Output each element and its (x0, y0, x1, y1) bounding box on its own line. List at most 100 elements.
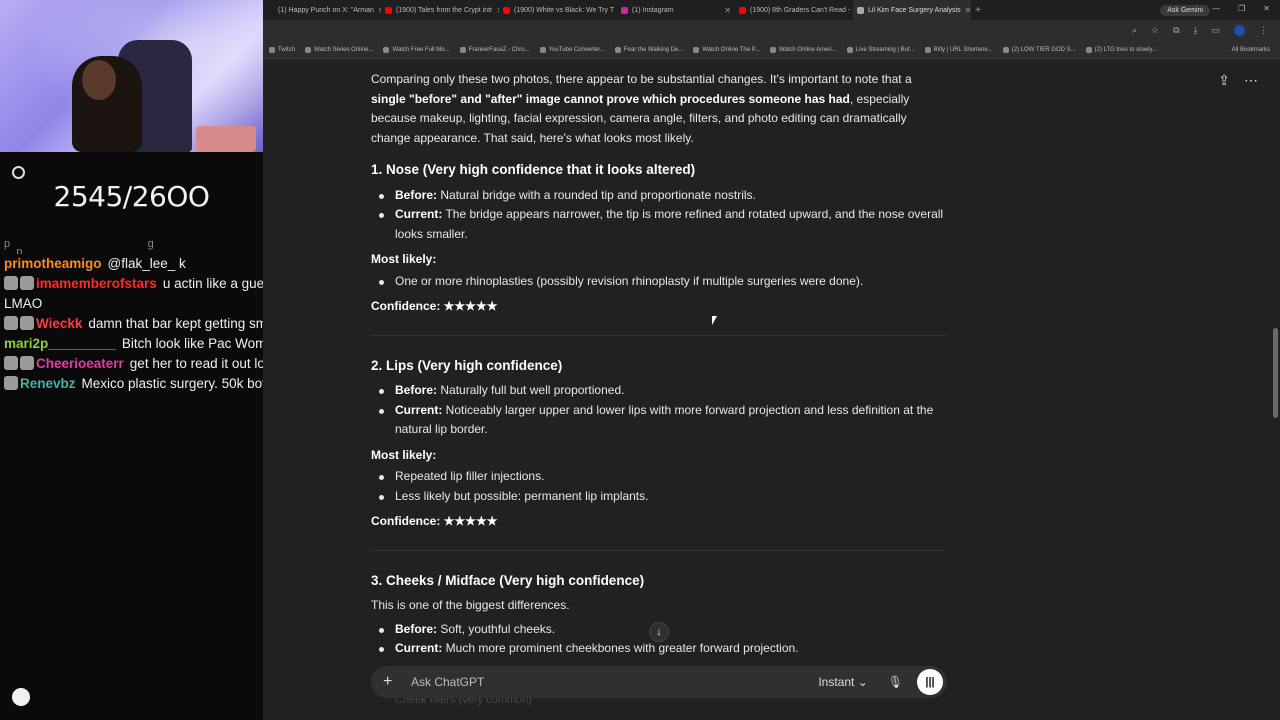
list-item: Repeated lip filler injections. (379, 467, 947, 487)
browser-tab[interactable]: Lil Kim Face Surgery Analysis ✕ (853, 0, 971, 20)
voice-mode-button[interactable]: ||| (917, 669, 943, 695)
scrollbar[interactable] (1273, 60, 1278, 720)
window-controls: — ❐ ✕ (1212, 4, 1270, 13)
chat-text: Bitch look like Pac Woman (121, 336, 282, 351)
tab-label: (1900) Tales from the Crypt intr (396, 6, 493, 14)
webcam-feed (0, 0, 263, 152)
browser-tab[interactable]: (1900) 8th Graders Can't Read -✕ (735, 0, 853, 20)
share-icon[interactable]: ⇪ (1218, 72, 1230, 89)
list-item: Current: Noticeably larger upper and low… (379, 401, 947, 440)
ask-gemini-button[interactable]: Ask Gemini (1160, 4, 1210, 16)
chat-main: ⇪ ⋯ Comparing only these two photos, the… (263, 60, 1280, 720)
chat-username[interactable]: Renevbz (20, 376, 76, 391)
minimize-icon[interactable]: — (1212, 4, 1220, 13)
new-tab-button[interactable]: + (971, 5, 985, 16)
bookmark-item[interactable]: Watch Online The P... (693, 47, 760, 53)
bookmark-item[interactable]: Twitch (269, 47, 295, 53)
tab-label: (1) Happy Punch on X: "Arman (278, 6, 374, 14)
most-likely-label: Most likely: (371, 447, 437, 462)
scroll-down-button[interactable]: ↓ (649, 622, 669, 642)
chat-badge-icon (4, 376, 18, 390)
model-mode-selector[interactable]: Instant ⌄ (818, 675, 867, 689)
bookmark-favicon-icon (769, 47, 776, 53)
intro-paragraph: Comparing only these two photos, there a… (371, 72, 912, 145)
favicon-icon (267, 6, 274, 14)
screen: 2545/26OO p g p primotheamigo @flak_lee_ … (0, 0, 1280, 720)
list-item: Current: Much more prominent cheekbones … (379, 639, 947, 659)
section-lips-heading: 2. Lips (Very high confidence) (371, 357, 563, 373)
zoom-icon[interactable]: ⌕ (1132, 25, 1137, 36)
bookmark-item[interactable]: (2) LTG tries to slowly... (1085, 47, 1157, 53)
chat-badge-icon (20, 356, 34, 370)
close-icon[interactable]: ✕ (1263, 4, 1270, 13)
bookmark-favicon-icon (693, 47, 700, 53)
chat-text: u actin like a guette (162, 276, 280, 291)
browser-tab[interactable]: (1) Instagram ✕ (617, 0, 735, 20)
extensions-icon[interactable]: ⧉ (1173, 25, 1179, 36)
menu-icon[interactable]: ⋮ (1259, 25, 1268, 36)
chat-username[interactable]: mari2p_________ (4, 336, 116, 351)
bookmark-item[interactable]: (2) LOW TIER GOD S... (1002, 47, 1076, 53)
bookmark-item[interactable]: Watch Free Full Mo... (383, 47, 450, 53)
bookmark-favicon-icon (846, 47, 853, 53)
list-item: One or more rhinoplasties (possibly revi… (379, 272, 947, 292)
chat-badge-icon (4, 276, 18, 290)
close-tab-icon[interactable]: ✕ (724, 6, 731, 15)
tab-label: (1) Instagram (632, 6, 674, 14)
tab-label: (1900) White vs Black: We Try T (514, 6, 615, 14)
favicon-icon (739, 6, 746, 14)
chevron-down-icon: ⌄ (857, 675, 868, 689)
bookmark-favicon-icon (269, 47, 275, 53)
scrollbar-thumb[interactable] (1273, 328, 1278, 418)
chat-username[interactable]: Cheerioeaterr (36, 356, 124, 371)
bookmark-item[interactable]: Bitly | URL Shortene... (924, 47, 993, 53)
chat-text: @flak_lee_ k (107, 256, 186, 271)
list-item: Less likely but possible: permanent lip … (379, 487, 947, 507)
sidebar-icon[interactable]: ▭ (1211, 25, 1220, 36)
bookmark-item[interactable]: Fear the Walking De... (614, 47, 683, 53)
tab-label: Lil Kim Face Surgery Analysis (868, 6, 961, 14)
bookmark-item[interactable]: Watch Series Online... (305, 47, 373, 53)
microphone-icon[interactable]: 🎙 (888, 675, 903, 689)
chat-username[interactable]: Wieckk (36, 316, 82, 331)
add-attachment-icon[interactable]: + (383, 673, 401, 691)
bookmark-item[interactable]: Watch Online Ameri... (769, 47, 837, 53)
arrow-down-icon: ↓ (656, 626, 662, 638)
chat-badge-icon (4, 316, 18, 330)
prompt-input[interactable]: Ask ChatGPT (411, 675, 818, 689)
mouse-cursor (712, 316, 717, 325)
browser-tab[interactable]: (1900) White vs Black: We Try T✕ (499, 0, 617, 20)
list-item: Before: Naturally full but well proporti… (379, 381, 947, 401)
browser-tab[interactable]: (1900) Tales from the Crypt intr✕ (381, 0, 499, 20)
favicon-icon (621, 6, 628, 14)
bookmark-item[interactable]: FrankerFaceZ - Chro... (459, 47, 530, 53)
avatar[interactable] (12, 688, 30, 706)
bookmark-item[interactable]: Live Streaming | Buf... (846, 47, 915, 53)
confidence-rating: Confidence: ★★★★★ (371, 514, 498, 528)
browser-tab[interactable]: (1) Happy Punch on X: "Arman✕ (263, 0, 381, 20)
divider (371, 334, 947, 336)
bookmark-favicon-icon (1085, 47, 1092, 53)
bookmark-favicon-icon (539, 47, 546, 53)
circle-icon (12, 166, 25, 179)
star-icon[interactable]: ☆ (1151, 25, 1159, 36)
restore-icon[interactable]: ❐ (1238, 4, 1245, 13)
tab-bar: (1) Happy Punch on X: "Arman✕(1900) Tale… (263, 0, 1280, 20)
chat-badge-icon (20, 276, 34, 290)
chat-badge-icon (4, 356, 18, 370)
lips-most-likely-list: Repeated lip filler injections. Less lik… (371, 467, 947, 506)
list-item: Before: Soft, youthful cheeks. (379, 620, 947, 640)
section-cheeks-intro: This is one of the biggest differences. (371, 598, 570, 612)
favicon-icon (857, 6, 864, 14)
bookmark-favicon-icon (383, 47, 390, 53)
more-options-icon[interactable]: ⋯ (1244, 72, 1258, 89)
tab-label: (1900) 8th Graders Can't Read - (750, 6, 851, 14)
chat-username[interactable]: imamemberofstars (36, 276, 157, 291)
chat-username[interactable]: primotheamigo (4, 256, 102, 271)
all-bookmarks-button[interactable]: All Bookmarks (1232, 47, 1270, 53)
confidence-rating: Confidence: ★★★★★ (371, 299, 498, 313)
download-icon[interactable]: ⤓ (1194, 25, 1198, 36)
profile-icon[interactable] (1234, 25, 1245, 36)
bookmark-item[interactable]: YouTube Converter... (539, 47, 605, 53)
bookmark-favicon-icon (614, 47, 621, 53)
